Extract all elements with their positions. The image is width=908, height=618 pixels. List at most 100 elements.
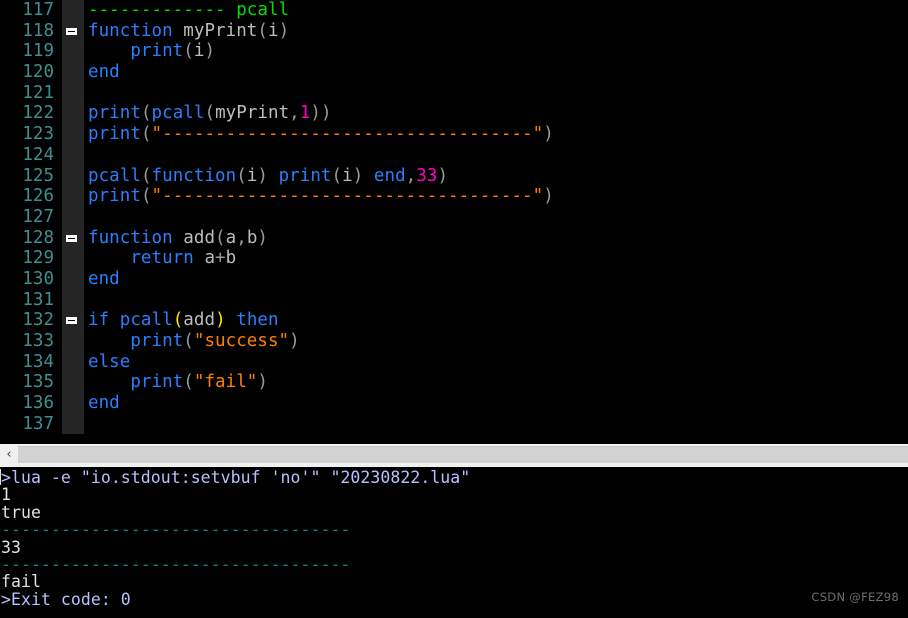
line-number: 129 [0,248,62,269]
code-token: ( [140,124,152,145]
code-token: pcall [225,0,290,20]
line-number: 130 [0,268,62,290]
fold-gutter-cell[interactable] [62,310,84,331]
code-token: )) [310,103,332,124]
code-token: function [88,20,173,41]
code-line-text: print("success") [84,331,908,352]
code-token: 1 [299,103,311,124]
code-token: pcall [151,103,205,124]
code-line-text [84,290,908,311]
code-line[interactable]: 122 print(pcall(myPrint,1)) [0,103,908,125]
code-line-text: end [84,269,908,290]
line-number: 122 [0,103,62,125]
code-line[interactable]: 133 print("success") [0,331,908,352]
line-number: 135 [0,372,62,394]
code-token: myPrint [183,20,258,41]
fold-gutter-cell [62,103,84,125]
code-token: ) [352,165,364,186]
code-token: ) [543,124,554,145]
code-line-text: ------------- pcall [84,0,908,21]
code-token: ( [140,165,152,186]
code-token: print [130,41,184,62]
scrollbar-track[interactable] [18,446,908,463]
line-number: 126 [0,186,62,207]
watermark-label: CSDN @FEZ98 [811,590,899,604]
line-number: 136 [0,393,62,414]
fold-gutter-cell [62,331,84,352]
code-token: ( [172,310,184,331]
code-line[interactable]: 130 end [0,268,908,290]
code-token: ( [140,103,152,124]
editor-horizontal-scrollbar[interactable]: ‹ [0,443,908,467]
code-token: b [225,248,237,269]
fold-gutter-cell[interactable] [62,20,84,42]
code-line[interactable]: 121 [0,82,908,104]
collapse-minus-icon[interactable] [66,27,77,35]
line-number: 119 [0,41,62,63]
code-token: print [130,372,184,393]
line-number: 134 [0,351,62,373]
code-token: ) [289,331,300,351]
console-caret [0,469,1,485]
code-line[interactable]: 127 [0,206,908,228]
code-token: end [88,393,120,414]
code-line[interactable]: 135 print("fail") [0,372,908,394]
fold-gutter-cell [62,41,84,63]
console-output-pane[interactable]: >lua -e "io.stdout:setvbuf 'no'" "202308… [0,467,908,618]
code-line[interactable]: 123 print("------------------------------… [0,124,908,145]
code-token: a [204,248,216,269]
code-token: print [278,165,332,186]
code-line[interactable]: 118 function myPrint(i) [0,20,908,42]
fold-gutter-cell [62,268,84,290]
code-line-text: print("---------------------------------… [84,186,908,207]
code-line[interactable]: 119 print(i) [0,41,908,63]
line-number: 120 [0,62,62,83]
code-line-text: else [84,352,908,373]
code-line[interactable]: 132 if pcall(add) then [0,310,908,331]
code-line-text: end [84,393,908,414]
code-token: print [88,103,141,124]
code-line[interactable]: 125 pcall(function(i) print(i) end,33) [0,165,908,187]
code-token: ( [331,165,343,186]
line-number: 125 [0,165,62,187]
code-lines-container[interactable]: 117 ------------- pcall 118 function myPrin… [0,0,908,435]
console-lines-container: >lua -e "io.stdout:setvbuf 'no'" "202308… [0,469,908,609]
code-token: ( [204,103,216,124]
code-line[interactable]: 136 end [0,393,908,414]
code-line[interactable]: 128 function add(a,b) [0,227,908,249]
code-line[interactable]: 120 end [0,62,908,83]
fold-gutter-cell[interactable] [62,227,84,249]
code-line[interactable]: 126 print("------------------------------… [0,186,908,207]
code-token: ( [215,227,226,248]
code-line[interactable]: 117 ------------- pcall [0,0,908,21]
code-token: function [151,165,237,186]
code-line-text: print("---------------------------------… [84,124,908,145]
code-line[interactable]: 137 [0,413,908,435]
code-line[interactable]: 134 else [0,351,908,373]
fold-gutter-cell [62,413,84,435]
code-line[interactable]: 124 [0,144,908,166]
scroll-left-arrow-icon[interactable]: ‹ [0,444,18,467]
collapse-minus-icon[interactable] [66,234,77,242]
code-token: then [236,310,279,331]
line-number: 133 [0,331,62,352]
code-token: i [267,20,279,41]
code-token: i [342,165,353,186]
code-editor-window: 117 ------------- pcall 118 function myPrin… [0,0,908,618]
collapse-minus-icon[interactable] [66,317,77,325]
code-token: , [289,103,300,124]
code-line-text: print(pcall(myPrint,1)) [84,103,908,124]
code-line[interactable]: 131 [0,289,908,311]
line-number: 123 [0,124,62,145]
line-number: 127 [0,206,62,228]
code-line-text [84,207,908,228]
code-token: if [88,310,110,331]
code-line[interactable]: 129 return a+b [0,248,908,269]
code-token: add [183,310,216,331]
code-token: end [88,268,120,289]
code-editor-pane[interactable]: 117 ------------- pcall 118 function myPrin… [0,0,908,443]
